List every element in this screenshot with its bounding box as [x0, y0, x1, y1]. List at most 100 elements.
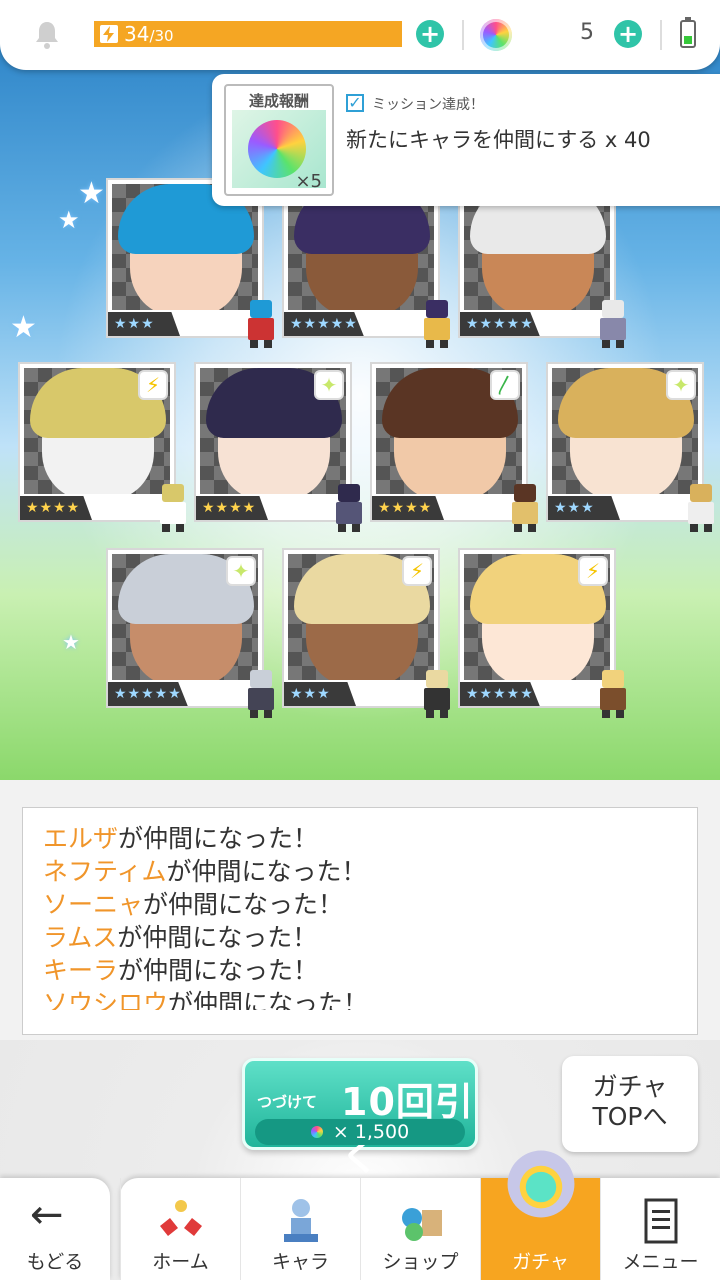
pull-cost: × 1,500 [255, 1119, 465, 1145]
character-card[interactable]: ★★★ ✦ [546, 362, 714, 532]
bottom-nav: ホーム キャラ ショップ ガチャ メニュー [120, 1150, 720, 1280]
rarity-stars: ★★★★ [372, 496, 444, 520]
character-name: ソーニャ [43, 890, 144, 919]
log-fade [23, 1010, 697, 1034]
rarity-stars: ★★★★ [196, 496, 268, 520]
stamina-max: /30 [149, 27, 174, 45]
rarity-stars: ★★★★★ [284, 312, 364, 336]
character-card[interactable]: ★★★★ 〳 [370, 362, 538, 532]
arrow-left-icon: ← [30, 1192, 64, 1238]
pixel-sprite [592, 300, 632, 348]
rarity-stars: ★★★ [108, 312, 180, 336]
reward-title: 達成報酬 [248, 92, 309, 110]
stamina-text: 34/30 [124, 22, 174, 48]
log-suffix: が仲間になった！ [143, 890, 344, 919]
gacha-top-line1: ガチャ [592, 1072, 668, 1101]
gem-count: 5 [580, 20, 594, 45]
add-gem-button[interactable]: + [614, 20, 642, 48]
sparkle-star-icon: ★ [78, 176, 105, 211]
pixel-sprite [504, 484, 544, 532]
pixel-sprite [240, 300, 280, 348]
add-stamina-button[interactable]: + [416, 20, 444, 48]
character-name: ラムス [43, 923, 118, 952]
character-card[interactable]: ★★★★ ⚡ [18, 362, 186, 532]
element-icon: ✦ [666, 370, 696, 400]
nav-label: ショップ [382, 1251, 459, 1273]
rarity-stars: ★★★★★ [108, 682, 188, 706]
element-icon: ⚡ [402, 556, 432, 586]
character-card[interactable]: ★★★★ ✦ [194, 362, 362, 532]
rarity-stars: ★★★★ [20, 496, 92, 520]
stamina-bar: 34/30 [94, 21, 402, 47]
character-name: ネフティム [43, 857, 167, 886]
nav-item-menu[interactable]: メニュー [600, 1178, 720, 1280]
element-icon: ⚡ [578, 556, 608, 586]
character-name: キーラ [43, 956, 119, 985]
nav-item-shop[interactable]: ショップ [360, 1178, 480, 1280]
reward-quantity: ×5 [295, 171, 322, 192]
orb-icon [248, 120, 306, 178]
log-line: ソーニャが仲間になった！ [43, 888, 677, 921]
stamina-current: 34 [124, 22, 150, 46]
nav-label: ガチャ [512, 1251, 569, 1273]
character-card[interactable]: ★★★★★ ⚡ [458, 548, 626, 718]
nav-label: キャラ [271, 1251, 329, 1273]
pull-10-button[interactable]: つづけて 10回引く × 1,500 [242, 1058, 478, 1179]
log-suffix: が仲間になった！ [118, 956, 319, 985]
log-line: キーラが仲間になった！ [43, 954, 677, 987]
pull-prefix: つづけて [257, 1093, 318, 1111]
nav-item-home[interactable]: ホーム [120, 1178, 240, 1280]
rarity-stars: ★★★ [284, 682, 356, 706]
orb-icon [310, 1126, 323, 1138]
bell-icon[interactable] [30, 18, 64, 52]
pixel-sprite [328, 484, 368, 532]
character-card[interactable]: ★★★★★ ✦ [106, 548, 274, 718]
bolt-icon [100, 25, 118, 43]
pixel-sprite [152, 484, 192, 532]
mission-description: 新たにキャラを仲間にする x 40 [346, 128, 651, 152]
orb-icon [480, 19, 512, 51]
element-icon: 〳 [490, 370, 520, 400]
reward-card: 達成報酬 ×5 [224, 84, 334, 196]
sparkle-star-icon: ★ [62, 630, 80, 654]
nav-item-gacha[interactable]: ガチャ [480, 1150, 600, 1280]
rarity-stars: ★★★★★ [460, 682, 540, 706]
nav-label: ホーム [152, 1251, 209, 1273]
log-line: ネフティムが仲間になった！ [43, 855, 677, 888]
pull-cost-value: × 1,500 [332, 1121, 410, 1143]
pixel-sprite [240, 670, 280, 718]
nav-label: メニュー [622, 1251, 699, 1273]
divider [462, 20, 464, 50]
sparkle-star-icon: ★ [58, 206, 80, 234]
rarity-stars: ★★★ [548, 496, 620, 520]
mission-complete-popup[interactable]: 達成報酬 ×5 ✓ ミッション達成！ 新たにキャラを仲間にする x 40 [212, 74, 720, 206]
battery-icon [680, 17, 696, 48]
pixel-sprite [416, 670, 456, 718]
pixel-sprite [592, 670, 632, 718]
sparkle-star-icon: ★ [10, 310, 37, 345]
gacha-top-line2: TOPへ [592, 1102, 668, 1131]
nav-item-chara[interactable]: キャラ [240, 1178, 360, 1280]
pixel-sprite [680, 484, 720, 532]
element-icon: ✦ [314, 370, 344, 400]
back-button[interactable]: ← もどる [0, 1178, 110, 1280]
divider [660, 20, 662, 50]
character-name: エルザ [43, 824, 119, 853]
log-suffix: が仲間になった！ [166, 857, 367, 886]
back-label: もどる [26, 1251, 84, 1273]
element-icon: ⚡ [138, 370, 168, 400]
rarity-stars: ★★★★★ [460, 312, 540, 336]
element-icon: ✦ [226, 556, 256, 586]
pixel-sprite [416, 300, 456, 348]
checkbox-icon: ✓ [346, 94, 364, 112]
log-line: エルザが仲間になった！ [43, 822, 677, 855]
mission-status: ミッション達成！ [372, 97, 484, 113]
status-bar: 34/30 + 5 + [0, 0, 720, 70]
log-suffix: が仲間になった！ [117, 923, 318, 952]
log-suffix: が仲間になった！ [118, 824, 319, 853]
result-log[interactable]: エルザが仲間になった！ ネフティムが仲間になった！ ソーニャが仲間になった！ ラムスが… [22, 807, 698, 1035]
gacha-top-button[interactable]: ガチャ TOPへ [562, 1056, 698, 1152]
character-card[interactable]: ★★★ ⚡ [282, 548, 450, 718]
log-line: ラムスが仲間になった！ [43, 921, 677, 954]
reward-orb-image: ×5 [232, 110, 326, 192]
